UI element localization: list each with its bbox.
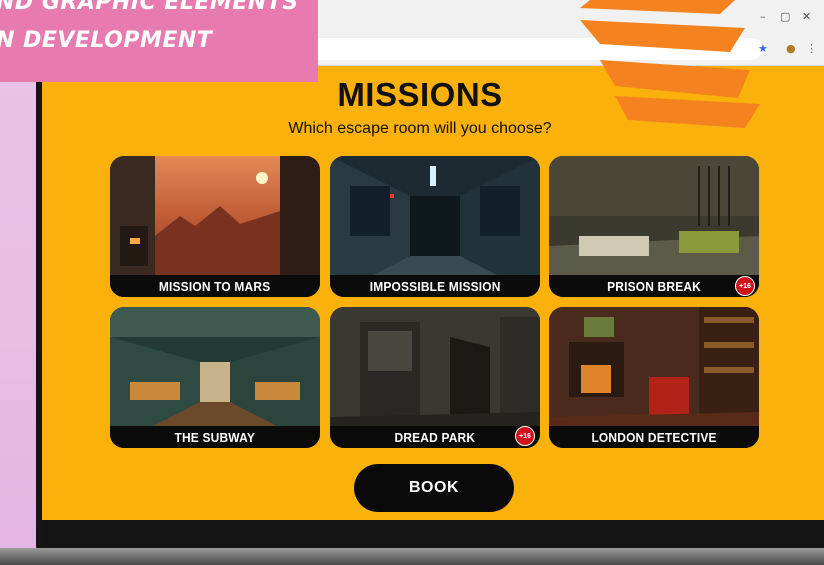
mission-card-impossible[interactable]: IMPOSSIBLE MISSION: [330, 156, 540, 297]
minimize-icon[interactable]: –: [760, 10, 766, 23]
menu-icon[interactable]: ⋮: [806, 42, 817, 55]
mission-card-label: DREAD PARK: [394, 429, 476, 445]
mission-card-london[interactable]: LONDON DETECTIVE: [549, 307, 759, 448]
banner-line-2: N DEVELOPMENT: [0, 28, 213, 53]
mission-card-label-bar: DREAD PARK: [330, 426, 540, 448]
mission-card-dread-park[interactable]: DREAD PARK +16: [330, 307, 540, 448]
age-rating-badge: +16: [515, 426, 535, 446]
mission-card-label: LONDON DETECTIVE: [591, 429, 717, 445]
extension-icon[interactable]: ●: [786, 42, 796, 55]
mission-card-subway[interactable]: THE SUBWAY: [110, 307, 320, 448]
mission-card-mars[interactable]: MISSION TO MARS: [110, 156, 320, 297]
mission-card-label: IMPOSSIBLE MISSION: [369, 278, 501, 294]
mission-card-label-bar: MISSION TO MARS: [110, 275, 320, 297]
age-rating-badge: +16: [735, 276, 755, 296]
mission-card-label-bar: LONDON DETECTIVE: [549, 426, 759, 448]
maximize-icon[interactable]: ▢: [780, 10, 790, 23]
orange-stripes-decoration: [580, 0, 760, 128]
close-icon[interactable]: ✕: [802, 10, 811, 23]
mission-card-label-bar: THE SUBWAY: [110, 426, 320, 448]
book-button[interactable]: BOOK: [354, 464, 514, 512]
pink-title-banner: ND GRAPHIC ELEMENTS N DEVELOPMENT: [0, 0, 318, 82]
banner-line-1: ND GRAPHIC ELEMENTS: [0, 0, 299, 15]
mission-card-label-bar: PRISON BREAK: [549, 275, 759, 297]
laptop-base: [0, 548, 824, 565]
mission-card-prison[interactable]: PRISON BREAK +16: [549, 156, 759, 297]
mission-card-label: THE SUBWAY: [174, 429, 256, 445]
mission-card-label: MISSION TO MARS: [159, 278, 271, 294]
screen-bottom-strip: [42, 520, 824, 548]
mission-card-label-bar: IMPOSSIBLE MISSION: [330, 275, 540, 297]
mission-card-label: PRISON BREAK: [607, 278, 701, 294]
